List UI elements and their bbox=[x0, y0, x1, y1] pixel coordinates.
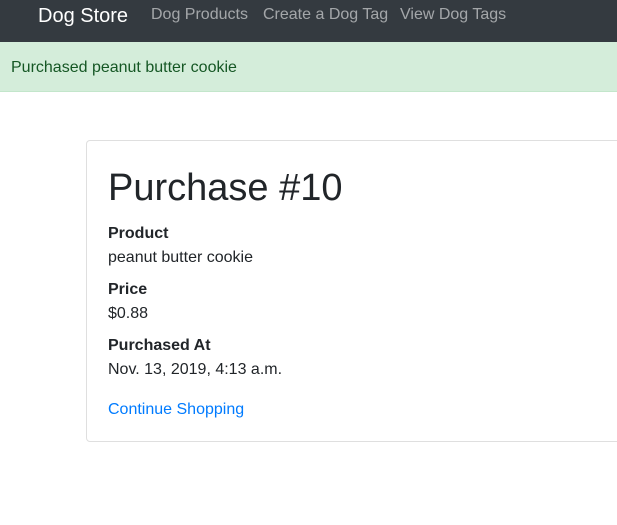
purchase-card: Purchase #10 Product peanut butter cooki… bbox=[86, 140, 617, 442]
purchased-at-label: Purchased At bbox=[108, 337, 211, 354]
nav-link-dog-products[interactable]: Dog Products bbox=[151, 5, 248, 25]
purchased-at-value: Nov. 13, 2019, 4:13 a.m. bbox=[108, 361, 283, 378]
brand-link[interactable]: Dog Store bbox=[38, 4, 128, 28]
alert-message: Purchased peanut butter cookie bbox=[11, 59, 237, 76]
navbar: Dog Store Dog Products Create a Dog Tag … bbox=[0, 0, 617, 42]
nav-link-view-dog-tags[interactable]: View Dog Tags bbox=[400, 5, 506, 25]
nav-link-create-dog-tag[interactable]: Create a Dog Tag bbox=[263, 5, 388, 25]
success-alert: Purchased peanut butter cookie bbox=[0, 42, 617, 92]
product-label: Product bbox=[108, 225, 169, 242]
price-label: Price bbox=[108, 281, 148, 298]
product-value: peanut butter cookie bbox=[108, 249, 253, 266]
continue-shopping-link[interactable]: Continue Shopping bbox=[108, 400, 244, 420]
purchase-title: Purchase #10 bbox=[108, 167, 343, 209]
price-value: $0.88 bbox=[108, 305, 149, 322]
